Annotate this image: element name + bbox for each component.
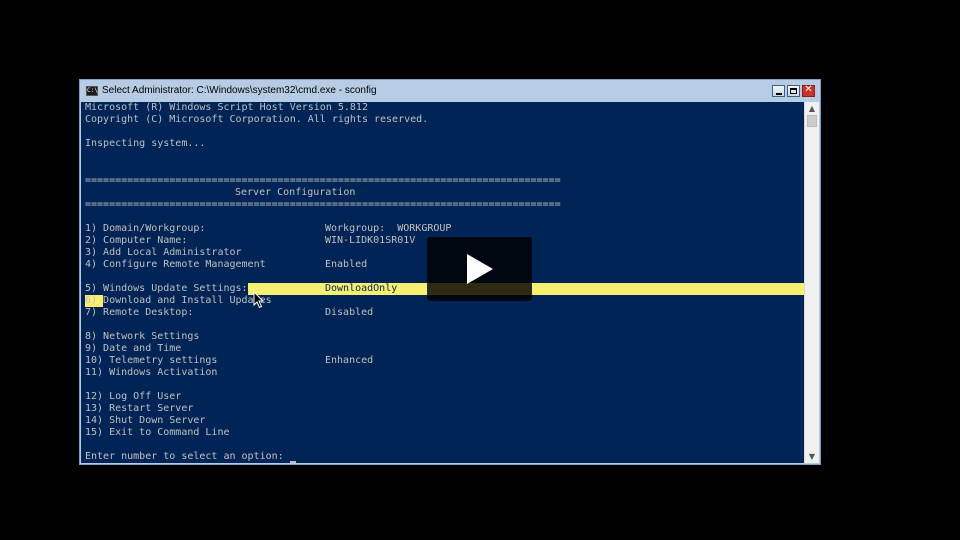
menu-item: 7) Remote Desktop: [85, 307, 194, 318]
header-line: Copyright (C) Microsoft Corporation. All… [85, 114, 429, 125]
menu-item-value: Disabled [325, 307, 374, 318]
menu-item: 2) Computer Name: [85, 235, 188, 246]
menu-item: 12) Log Off User [85, 391, 182, 402]
status-line: Inspecting system... [85, 138, 206, 149]
menu-item: 11) Windows Activation [85, 367, 218, 378]
close-icon: ✕ [804, 84, 813, 95]
window-title: Select Administrator: C:\Windows\system3… [102, 85, 377, 96]
scroll-thumb[interactable] [807, 115, 817, 127]
menu-item: 14) Shut Down Server [85, 415, 206, 426]
menu-item-value: Workgroup: WORKGROUP [325, 223, 452, 234]
menu-item-value-selected: DownloadOnly [325, 283, 398, 294]
menu-item: 1) Domain/Workgroup: [85, 223, 206, 234]
video-play-button[interactable] [427, 237, 532, 301]
mouse-pointer-icon [253, 291, 265, 309]
text-cursor [290, 461, 296, 463]
menu-item: 10) Telemetry settings [85, 355, 218, 366]
separator-line: ========================================… [85, 175, 561, 186]
menu-item: 13) Restart Server [85, 403, 194, 414]
header-line: Microsoft (R) Windows Script Host Versio… [85, 102, 368, 113]
maximize-button[interactable] [787, 85, 800, 97]
maximize-icon [790, 88, 797, 94]
menu-item: 3) Add Local Administrator [85, 247, 242, 258]
cmd-icon[interactable]: C:\ [86, 86, 98, 96]
command-prompt[interactable]: Enter number to select an option: [85, 451, 284, 463]
menu-item: 4) Configure Remote Management [85, 259, 266, 270]
minimize-icon [776, 93, 782, 95]
vertical-scrollbar[interactable]: ▲ ▼ [804, 102, 819, 463]
menu-item: 5) Windows Update Settings: [85, 283, 248, 294]
section-title: Server Configuration [235, 187, 356, 198]
menu-item-value: Enhanced [325, 355, 374, 366]
title-bar[interactable]: C:\ Select Administrator: C:\Windows\sys… [80, 80, 820, 102]
scroll-up-icon[interactable]: ▲ [807, 104, 817, 113]
separator-line: ========================================… [85, 199, 561, 210]
menu-item-value: Enabled [325, 259, 368, 270]
minimize-button[interactable] [772, 85, 785, 97]
close-button[interactable]: ✕ [802, 84, 815, 97]
play-icon [467, 254, 493, 284]
scroll-down-icon[interactable]: ▼ [807, 452, 817, 461]
menu-item: 8) Network Settings [85, 331, 200, 342]
menu-item: 6) Download and Install Updates [85, 295, 272, 306]
menu-item-value: WIN-LIDK01SR01V [325, 235, 416, 246]
menu-item: 9) Date and Time [85, 343, 182, 354]
menu-item: 15) Exit to Command Line [85, 427, 230, 438]
